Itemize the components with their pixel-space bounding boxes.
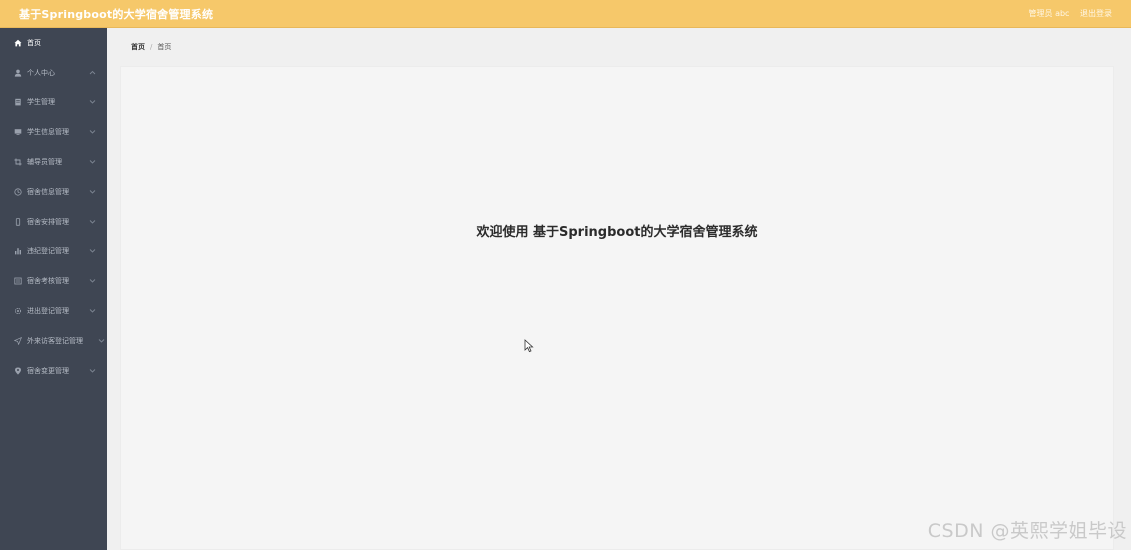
logout-link[interactable]: 退出登录 (1080, 9, 1112, 18)
header-user-area: 管理员 abc 退出登录 (1021, 8, 1112, 19)
sidebar-item-label: 学生管理 (27, 98, 55, 107)
watermark-text: CSDN @英熙学姐毕设 (927, 520, 1127, 542)
crop-icon (14, 158, 22, 166)
chevron-down-icon (98, 337, 105, 346)
chevron-down-icon (89, 367, 96, 376)
sidebar-item-home[interactable]: 首页 (0, 28, 107, 58)
send-icon (13, 336, 23, 346)
chevron-down-icon (89, 188, 96, 197)
welcome-panel: 欢迎使用 基于Springboot的大学宿舍管理系统 (120, 66, 1114, 550)
chevron-down-icon (89, 307, 96, 316)
sidebar-item-label: 外来访客登记管理 (27, 336, 83, 345)
list-icon (14, 277, 22, 285)
sidebar-item-discipline-registration[interactable]: 违纪登记管理 (0, 237, 107, 267)
sidebar-item-label: 个人中心 (27, 68, 55, 77)
breadcrumb-separator: / (150, 43, 153, 51)
sidebar-item-student-management[interactable]: 学生管理 (0, 88, 107, 118)
chevron-down-icon (89, 277, 96, 286)
sidebar-item-label: 辅导员管理 (27, 158, 62, 167)
current-user-label: 管理员 abc (1028, 9, 1070, 18)
sidebar-item-dorm-change[interactable]: 宿舍变更管理 (0, 356, 107, 386)
sidebar-item-dorm-info[interactable]: 宿舍信息管理 (0, 177, 107, 207)
gear-icon (14, 307, 22, 315)
sidebar-item-dorm-arrangement[interactable]: 宿舍安排管理 (0, 207, 107, 237)
chevron-down-icon (89, 98, 96, 107)
sidebar-item-label: 宿舍考核管理 (27, 277, 69, 286)
app-title: 基于Springboot的大学宿舍管理系统 (19, 8, 214, 21)
chevron-down-icon (89, 128, 96, 137)
sidebar-item-counselor-management[interactable]: 辅导员管理 (0, 147, 107, 177)
main-content: 首页 / 首页 欢迎使用 基于Springboot的大学宿舍管理系统 (107, 28, 1131, 550)
bar-chart-icon (14, 247, 22, 255)
phone-icon (14, 217, 22, 226)
monitor-icon (14, 128, 22, 136)
top-header-bar: 基于Springboot的大学宿舍管理系统 管理员 abc 退出登录 (0, 0, 1131, 28)
document-icon (14, 98, 22, 106)
sidebar-item-label: 违纪登记管理 (27, 247, 69, 256)
breadcrumb-current: 首页 (157, 43, 172, 51)
chevron-up-icon (89, 69, 96, 78)
clock-icon (14, 188, 22, 196)
breadcrumb-home-link[interactable]: 首页 (131, 43, 145, 51)
sidebar-item-visitor-registration[interactable]: 外来访客登记管理 (0, 326, 107, 356)
welcome-message: 欢迎使用 基于Springboot的大学宿舍管理系统 (476, 225, 758, 240)
mouse-cursor-icon (524, 339, 534, 353)
chevron-down-icon (89, 247, 96, 256)
sidebar-item-personal-center[interactable]: 个人中心 (0, 58, 107, 88)
sidebar-item-label: 进出登记管理 (27, 307, 69, 316)
sidebar-item-label: 宿舍安排管理 (27, 217, 69, 226)
sidebar-item-label: 宿舍信息管理 (27, 187, 69, 196)
sidebar-item-label: 宿舍变更管理 (27, 366, 69, 375)
home-icon (14, 39, 22, 47)
location-icon (14, 367, 22, 375)
chevron-down-icon (89, 218, 96, 227)
sidebar-item-dorm-assessment[interactable]: 宿舍考核管理 (0, 266, 107, 296)
sidebar-item-entry-exit-registration[interactable]: 进出登记管理 (0, 296, 107, 326)
sidebar-menu: 首页 个人中心 学生管理 学生信息管理 辅导员管理 宿舍信息管理 宿舍安排管理 … (0, 28, 107, 550)
sidebar-item-label: 首页 (27, 38, 41, 47)
sidebar-item-student-info[interactable]: 学生信息管理 (0, 117, 107, 147)
user-icon (14, 69, 22, 77)
breadcrumb: 首页 / 首页 (131, 42, 171, 52)
chevron-down-icon (89, 158, 96, 167)
sidebar-item-label: 学生信息管理 (27, 128, 69, 137)
